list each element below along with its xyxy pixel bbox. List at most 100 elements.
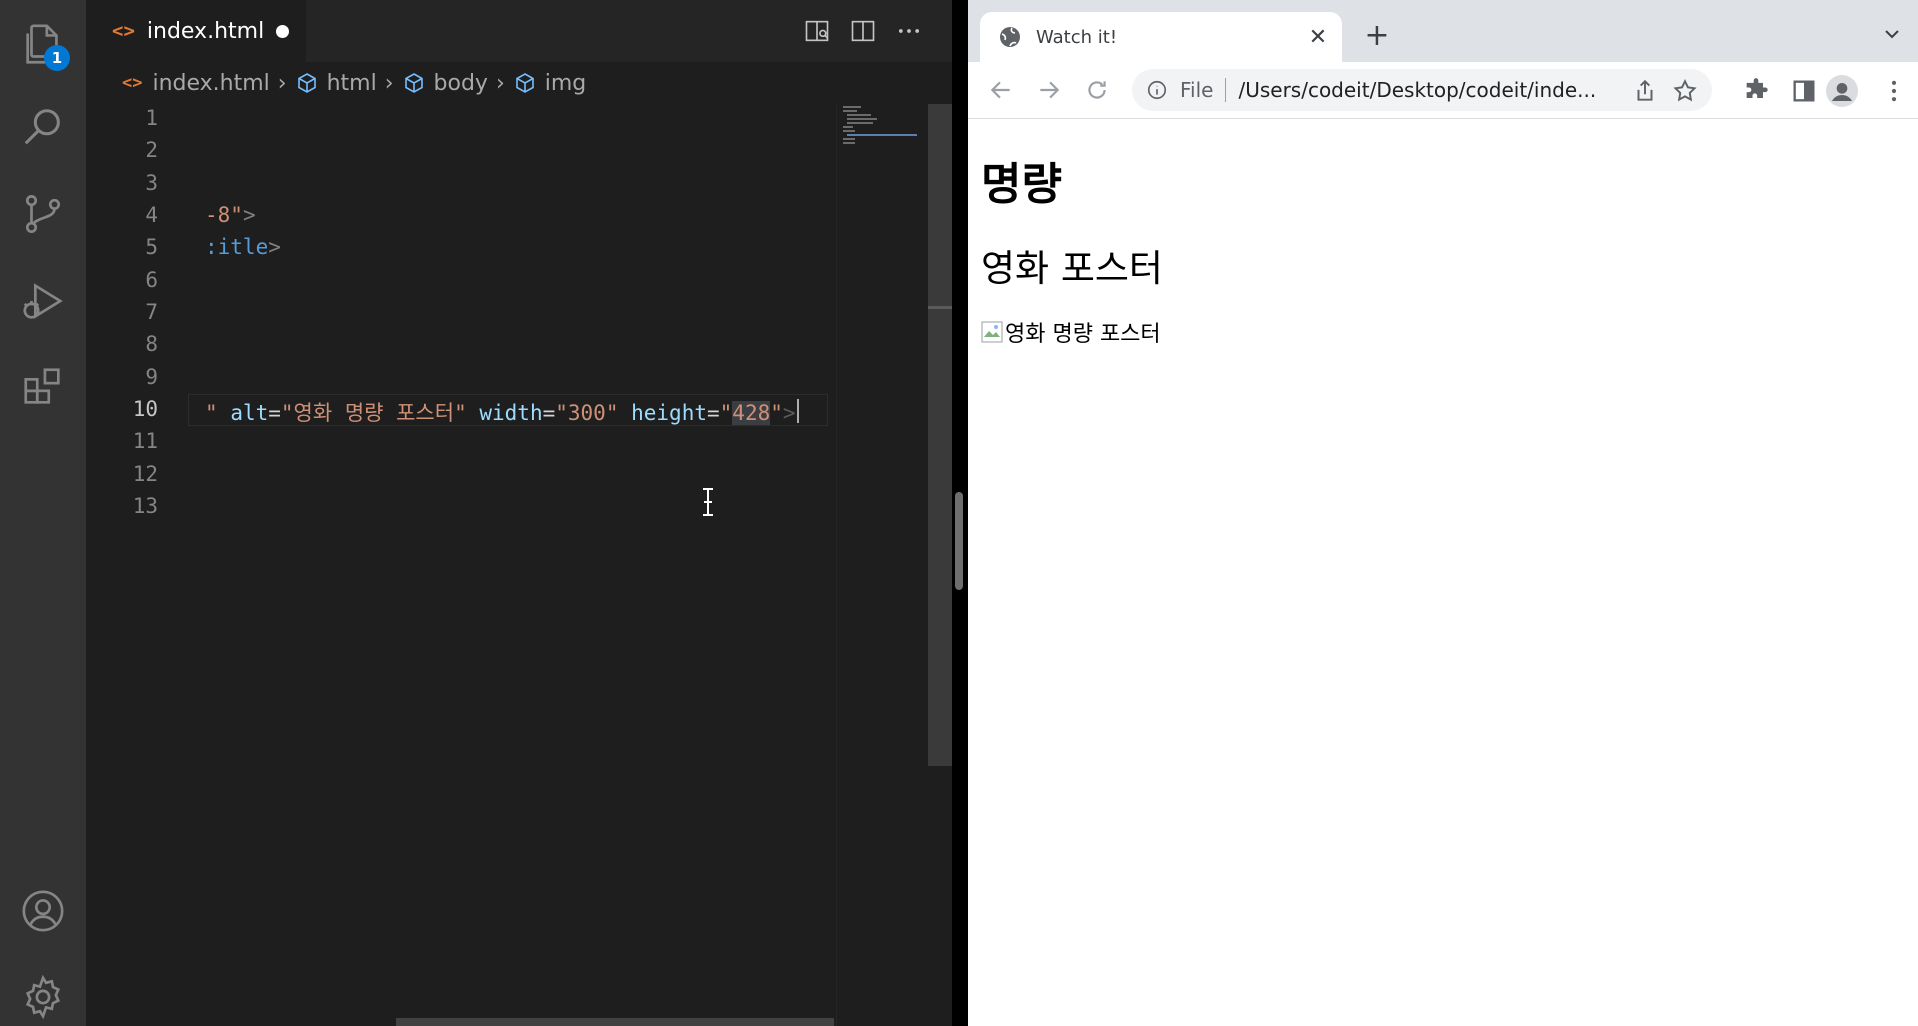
open-preview-icon[interactable] bbox=[800, 14, 834, 48]
breadcrumb-file[interactable]: <> index.html bbox=[122, 71, 270, 96]
code-string: -8" bbox=[205, 203, 243, 227]
extensions-puzzle-icon[interactable] bbox=[1742, 77, 1770, 105]
side-panel-icon[interactable] bbox=[1790, 77, 1818, 105]
minimap[interactable] bbox=[836, 104, 926, 1026]
html-file-icon: <> bbox=[112, 20, 135, 42]
explorer-badge: 1 bbox=[44, 45, 70, 71]
unsaved-dot-icon[interactable] bbox=[276, 25, 289, 38]
code-line-4: -8"> bbox=[205, 203, 256, 227]
breadcrumb-file-label: index.html bbox=[152, 70, 270, 96]
code-line-10: " alt="영화 명량 포스터" width="300" height="42… bbox=[205, 401, 796, 425]
code-tag-bracket: > bbox=[268, 235, 281, 259]
activity-bar: 1 bbox=[0, 0, 86, 1026]
browser-tab[interactable]: Watch it! ✕ bbox=[980, 12, 1342, 62]
code-text-area[interactable]: 1 2 3 4 5 6 7 8 9 10 11 12 13 -8"> :itle… bbox=[86, 104, 836, 1026]
breadcrumb-body-label: body bbox=[433, 70, 488, 96]
code-line-5: :itle> bbox=[205, 235, 281, 259]
extensions-icon[interactable] bbox=[18, 362, 68, 412]
line-number: 4 bbox=[145, 203, 158, 227]
breadcrumb-img-label: img bbox=[544, 70, 587, 96]
page-heading-h2: 영화 포스터 bbox=[981, 247, 1163, 290]
line-number: 1 bbox=[145, 106, 158, 130]
back-arrow-icon[interactable] bbox=[984, 73, 1018, 107]
editor-tab-index-html[interactable]: <> index.html bbox=[86, 0, 306, 62]
code-editor: <> index.html <> index.html › html › bod… bbox=[86, 0, 952, 1026]
address-separator bbox=[1225, 78, 1227, 102]
html-file-icon: <> bbox=[122, 73, 143, 93]
line-number: 5 bbox=[145, 235, 158, 259]
browser-toolbar: File /Users/codeit/Desktop/codeit/inde..… bbox=[968, 62, 1918, 119]
breadcrumb-body[interactable]: body bbox=[402, 71, 488, 96]
code-string: " bbox=[719, 401, 733, 425]
scrollbar-cursor-marker bbox=[928, 306, 952, 309]
line-number: 7 bbox=[145, 300, 158, 324]
browser-menu-icon[interactable] bbox=[1880, 77, 1908, 105]
line-number: 12 bbox=[132, 462, 158, 486]
settings-gear-icon[interactable] bbox=[18, 972, 68, 1022]
code-tag-bracket: > bbox=[782, 401, 796, 425]
image-alt-text: 영화 명량 포스터 bbox=[1005, 322, 1161, 347]
text-caret bbox=[797, 399, 799, 423]
close-tab-icon[interactable]: ✕ bbox=[1306, 25, 1330, 50]
code-string-selected: 428 bbox=[732, 401, 771, 425]
source-control-icon[interactable] bbox=[18, 189, 68, 239]
chevron-right-icon: › bbox=[495, 70, 505, 96]
line-number: 2 bbox=[145, 138, 158, 162]
globe-icon bbox=[1000, 27, 1020, 47]
line-number: 13 bbox=[132, 494, 158, 518]
code-attr: alt bbox=[230, 401, 269, 425]
new-tab-plus-icon[interactable]: + bbox=[1360, 18, 1394, 53]
reload-icon[interactable] bbox=[1080, 73, 1114, 107]
url-text[interactable]: /Users/codeit/Desktop/codeit/inde... bbox=[1238, 78, 1598, 102]
profile-avatar-icon[interactable] bbox=[1826, 75, 1858, 107]
breadcrumb-img[interactable]: img bbox=[513, 70, 587, 96]
chevron-right-icon: › bbox=[277, 70, 287, 96]
more-actions-icon[interactable] bbox=[892, 14, 926, 48]
code-string: " bbox=[770, 401, 783, 425]
code-attr: height bbox=[631, 401, 707, 425]
breadcrumb: <> index.html › html › body › img bbox=[86, 62, 952, 104]
info-icon[interactable] bbox=[1146, 79, 1168, 101]
editor-tab-bar: <> index.html bbox=[86, 0, 952, 62]
browser-window: Watch it! ✕ + File /Users/codeit/Desktop… bbox=[968, 0, 1918, 1026]
line-number: 11 bbox=[132, 429, 158, 453]
line-number: 9 bbox=[145, 365, 158, 389]
search-icon[interactable] bbox=[18, 103, 68, 153]
code-tag-name: :itle bbox=[205, 235, 269, 259]
forward-arrow-icon[interactable] bbox=[1032, 73, 1066, 107]
tab-search-chevron-down-icon[interactable] bbox=[1880, 22, 1904, 46]
splitter-handle[interactable] bbox=[955, 492, 963, 590]
line-number-active: 10 bbox=[132, 397, 158, 421]
code-attr: width bbox=[479, 401, 543, 425]
line-number: 8 bbox=[145, 332, 158, 356]
address-bar[interactable]: File /Users/codeit/Desktop/codeit/inde..… bbox=[1132, 69, 1712, 111]
url-scheme-chip: File bbox=[1180, 78, 1214, 102]
breadcrumb-html-label: html bbox=[326, 70, 377, 96]
line-number: 6 bbox=[145, 268, 158, 292]
horizontal-scrollbar[interactable] bbox=[396, 1018, 834, 1026]
account-icon[interactable] bbox=[18, 886, 68, 936]
symbol-element-icon bbox=[297, 73, 316, 93]
page-heading-h1: 명량 bbox=[981, 159, 1062, 210]
run-debug-icon[interactable] bbox=[18, 276, 68, 326]
split-editor-icon[interactable] bbox=[846, 14, 880, 48]
browser-tab-strip: Watch it! ✕ + bbox=[968, 0, 1918, 62]
page-viewport: 명량 영화 포스터 영화 명량 포스터 bbox=[968, 120, 1918, 1026]
broken-image-icon bbox=[981, 321, 1003, 343]
i-beam-cursor-icon bbox=[703, 488, 713, 516]
line-number: 3 bbox=[145, 171, 158, 195]
code-string: " bbox=[205, 401, 218, 425]
code-tag-bracket: > bbox=[242, 203, 256, 227]
vertical-scrollbar[interactable] bbox=[928, 104, 952, 766]
code-string: "300" bbox=[555, 401, 619, 425]
code-string: "영화 명량 포스터" bbox=[280, 401, 467, 425]
symbol-element-icon bbox=[404, 73, 423, 93]
browser-tab-title: Watch it! bbox=[1036, 26, 1118, 48]
breadcrumb-html[interactable]: html bbox=[295, 71, 377, 96]
share-icon[interactable] bbox=[1632, 78, 1658, 104]
bookmark-star-icon[interactable] bbox=[1672, 78, 1698, 104]
broken-image: 영화 명량 포스터 bbox=[981, 316, 1161, 348]
symbol-element-icon bbox=[515, 73, 534, 93]
editor-tab-label: index.html bbox=[146, 18, 265, 44]
chevron-right-icon: › bbox=[384, 70, 394, 96]
